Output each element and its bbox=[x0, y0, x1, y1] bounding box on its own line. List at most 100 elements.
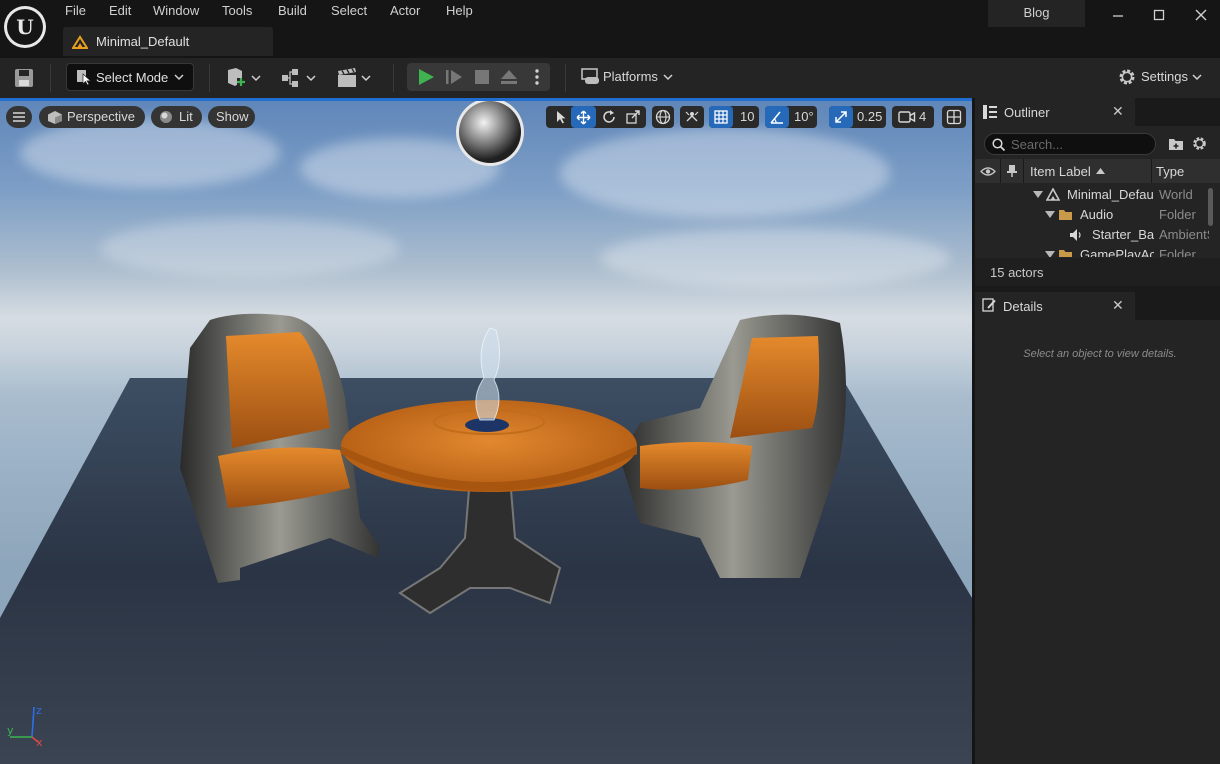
lit-label: Lit bbox=[179, 109, 193, 124]
perspective-label: Perspective bbox=[67, 109, 135, 124]
outliner-row-world[interactable]: Minimal_Default World bbox=[975, 185, 1207, 205]
select-cursor-icon[interactable] bbox=[554, 110, 568, 124]
minimize-icon[interactable] bbox=[1098, 0, 1138, 30]
advance-frame-icon[interactable] bbox=[445, 68, 463, 86]
grid-snap-toggle[interactable] bbox=[709, 106, 733, 128]
close-window-icon[interactable] bbox=[1181, 0, 1220, 30]
expand-arrow-icon[interactable] bbox=[1045, 251, 1055, 257]
blog-button[interactable]: Blog bbox=[988, 0, 1085, 27]
cinematics-icon[interactable] bbox=[337, 67, 377, 89]
axis-gizmo-icon: z y x bbox=[7, 704, 43, 748]
globe-icon bbox=[655, 109, 671, 125]
layout-grid-icon bbox=[946, 109, 962, 125]
camera-speed-button[interactable]: 4 bbox=[892, 106, 934, 128]
scale-icon[interactable] bbox=[626, 110, 640, 124]
hamburger-icon bbox=[13, 112, 25, 122]
sky-sphere-icon[interactable] bbox=[455, 98, 525, 168]
outliner-item-type: Folder bbox=[1159, 247, 1196, 257]
rotation-snap-group: 10° bbox=[765, 106, 817, 128]
save-icon[interactable] bbox=[14, 68, 34, 88]
folder-icon bbox=[1059, 210, 1072, 220]
outliner-item-name: GamePlayActors bbox=[1080, 247, 1154, 257]
surface-snapping-toggle[interactable] bbox=[680, 106, 704, 128]
details-panel: Select an object to view details. bbox=[975, 320, 1220, 764]
grid-icon bbox=[714, 110, 728, 124]
rotation-snap-toggle[interactable] bbox=[765, 106, 789, 128]
search-input[interactable] bbox=[1011, 136, 1151, 152]
menu-tools[interactable]: Tools bbox=[222, 3, 252, 18]
settings-dropdown[interactable]: Settings bbox=[1112, 63, 1212, 91]
actor-count-bar: 15 actors bbox=[975, 258, 1220, 286]
expand-arrow-icon[interactable] bbox=[1045, 211, 1055, 218]
menu-help[interactable]: Help bbox=[446, 3, 473, 18]
surface-snap-icon bbox=[685, 111, 699, 122]
close-details-icon[interactable]: ✕ bbox=[1112, 297, 1124, 314]
outliner-row-starter-background[interactable]: Starter_Background_Cue AmbientSound bbox=[975, 225, 1209, 245]
translate-tool[interactable] bbox=[571, 106, 596, 128]
visibility-eye-icon[interactable] bbox=[980, 166, 996, 177]
scene-render bbox=[0, 313, 972, 764]
svg-text:z: z bbox=[36, 704, 42, 717]
add-folder-icon[interactable] bbox=[1168, 136, 1184, 151]
expand-arrow-icon[interactable] bbox=[1033, 191, 1043, 198]
item-label-column[interactable]: Item Label bbox=[1030, 164, 1091, 179]
platforms-icon bbox=[581, 68, 599, 84]
move-arrows-icon bbox=[576, 110, 591, 125]
viewport-layout-button[interactable] bbox=[942, 106, 966, 128]
speaker-icon bbox=[1070, 229, 1081, 241]
show-flags-button[interactable]: Show bbox=[208, 106, 255, 128]
viewport-active-border bbox=[0, 98, 972, 101]
eject-icon[interactable] bbox=[500, 68, 518, 86]
level-viewport[interactable]: Perspective Lit Show 10 10° 0.25 4 z y x bbox=[0, 98, 972, 764]
outliner-item-type: AmbientSound bbox=[1159, 227, 1209, 242]
rotate-icon[interactable] bbox=[602, 110, 616, 124]
menu-select[interactable]: Select bbox=[331, 3, 367, 18]
menu-edit[interactable]: Edit bbox=[109, 3, 131, 18]
camera-speed-value: 4 bbox=[919, 109, 927, 124]
add-content-icon[interactable] bbox=[225, 67, 265, 89]
outliner-item-name: Starter_Background_Cue bbox=[1092, 227, 1154, 242]
blueprints-icon[interactable] bbox=[281, 67, 321, 89]
scale-snap-value[interactable]: 0.25 bbox=[857, 109, 882, 124]
document-tab-minimal-default[interactable]: Minimal_Default bbox=[63, 27, 273, 56]
outliner-title: Outliner bbox=[1004, 105, 1050, 120]
maximize-icon[interactable] bbox=[1139, 0, 1179, 30]
menu-actor[interactable]: Actor bbox=[390, 3, 420, 18]
outliner-column-header: Item Label Type bbox=[975, 159, 1220, 183]
menu-build[interactable]: Build bbox=[278, 3, 307, 18]
type-column[interactable]: Type bbox=[1156, 164, 1184, 179]
actor-count: 15 actors bbox=[990, 265, 1044, 280]
svg-text:x: x bbox=[36, 736, 43, 748]
grid-snap-value[interactable]: 10 bbox=[740, 109, 754, 124]
outliner-settings-icon[interactable] bbox=[1191, 135, 1208, 152]
show-label: Show bbox=[216, 109, 249, 124]
more-options-icon[interactable] bbox=[533, 68, 541, 86]
platforms-dropdown[interactable]: Platforms bbox=[579, 63, 679, 91]
outliner-tab[interactable]: Outliner ✕ bbox=[975, 98, 1135, 126]
outliner-icon bbox=[983, 105, 997, 119]
scale-snap-toggle[interactable] bbox=[829, 106, 853, 128]
svg-text:y: y bbox=[7, 724, 14, 737]
select-mode-dropdown[interactable]: Select Mode bbox=[66, 63, 194, 91]
unreal-logo-icon[interactable]: U bbox=[4, 6, 46, 48]
close-outliner-icon[interactable]: ✕ bbox=[1112, 103, 1124, 120]
pin-icon[interactable] bbox=[1006, 164, 1018, 178]
viewport-options-button[interactable] bbox=[6, 106, 32, 128]
outliner-scrollbar[interactable] bbox=[1208, 188, 1213, 226]
outliner-row-audio[interactable]: Audio Folder bbox=[975, 205, 1207, 225]
chevron-down-icon bbox=[174, 74, 184, 81]
perspective-button[interactable]: Perspective bbox=[39, 106, 145, 128]
play-icon[interactable] bbox=[417, 68, 435, 86]
rotation-snap-value[interactable]: 10° bbox=[794, 109, 814, 124]
menu-window[interactable]: Window bbox=[153, 3, 199, 18]
outliner-row-gameplay-actors[interactable]: GamePlayActors Folder bbox=[975, 245, 1207, 257]
menu-file[interactable]: File bbox=[65, 3, 86, 18]
outliner-search[interactable] bbox=[984, 133, 1156, 155]
select-mode-label: Select Mode bbox=[96, 70, 169, 85]
outliner-item-type: Folder bbox=[1159, 207, 1196, 222]
details-tab[interactable]: Details ✕ bbox=[975, 292, 1135, 320]
view-mode-lit-button[interactable]: Lit bbox=[151, 106, 202, 128]
stop-icon[interactable] bbox=[473, 68, 491, 86]
world-local-toggle[interactable] bbox=[652, 106, 674, 128]
folder-icon bbox=[1059, 250, 1072, 257]
